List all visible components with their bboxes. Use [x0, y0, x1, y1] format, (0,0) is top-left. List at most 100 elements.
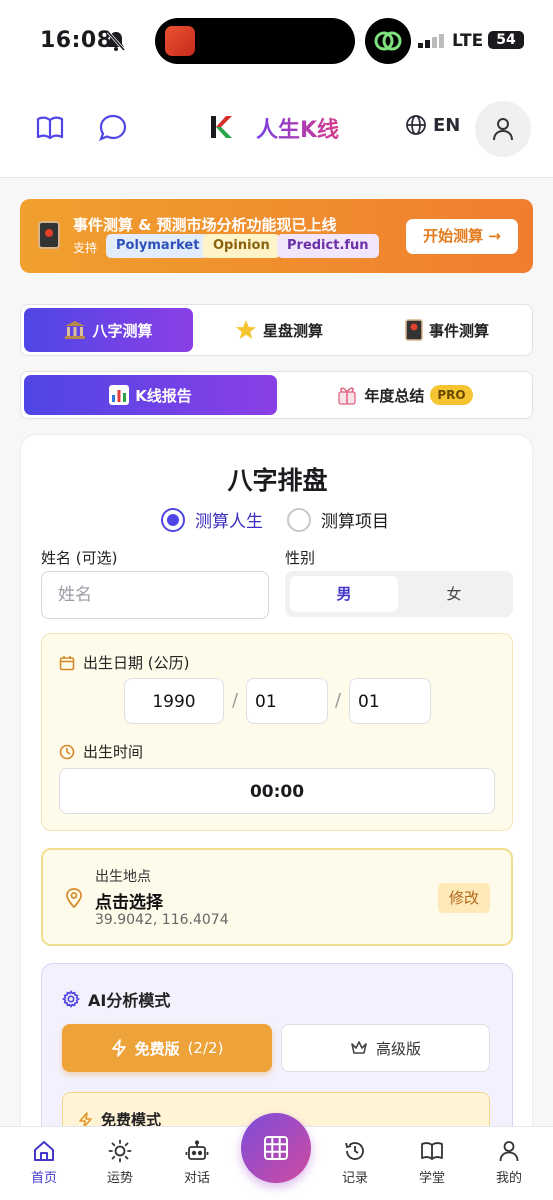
book-icon [421, 1142, 443, 1160]
mode-life-label: 测算人生 [195, 512, 263, 532]
promo-banner: 事件测算 & 预测市场分析功能现已上线 支持 Polymarket Opinio… [20, 199, 533, 273]
chip-predict-fun: Predict.fun [277, 234, 379, 258]
mode-option-project[interactable]: 测算项目 [287, 507, 389, 532]
event-card-icon [38, 221, 60, 249]
date-separator: / [232, 690, 239, 711]
nav-academy-label: 学堂 [418, 1171, 445, 1186]
profile-avatar-button[interactable] [475, 101, 531, 157]
robot-icon [185, 1140, 209, 1160]
language-label: EN [433, 114, 461, 136]
tab-annual-label: 年度总结 [364, 386, 425, 405]
mode-option-life[interactable]: 测算人生 [161, 507, 263, 532]
tab-kline-report[interactable]: K线报告 [24, 375, 277, 415]
calendar-icon [59, 655, 75, 670]
free-mode-count: (2/2) [187, 1039, 224, 1057]
nav-home-label: 首页 [30, 1171, 57, 1186]
gender-male-option[interactable]: 男 [290, 576, 398, 612]
ai-mode-heading: AI分析模式 [62, 987, 170, 1011]
chip-polymarket: Polymarket [106, 234, 210, 258]
event-card-icon [405, 319, 423, 341]
mode-project-label: 测算项目 [321, 512, 389, 532]
gender-label: 性别 [285, 549, 316, 567]
crown-icon [351, 1041, 367, 1054]
ai-mode-label: AI分析模式 [88, 991, 171, 1010]
app-header: 人生K线 EN [0, 82, 553, 178]
gender-toggle: 男 女 [285, 571, 513, 617]
pro-mode-label: 高级版 [375, 1039, 421, 1058]
app-icon [165, 26, 195, 56]
birth-date-label: 出生日期 (公历) [83, 654, 190, 672]
banner-title: 事件测算 & 预测市场分析功能现已上线 [73, 216, 337, 234]
tab-event[interactable]: 事件测算 [364, 308, 530, 352]
birth-month-field[interactable]: 01 [246, 678, 328, 724]
radio-selected-icon [161, 507, 185, 532]
birth-date-heading: 出生日期 (公历) [59, 652, 189, 673]
date-separator: / [335, 690, 342, 711]
language-switch[interactable]: EN [405, 114, 460, 136]
tab-event-label: 事件测算 [428, 321, 489, 340]
tab-astrology[interactable]: 星盘测算 [196, 308, 362, 352]
nav-home[interactable]: 首页 [14, 1139, 74, 1186]
center-grid-button[interactable] [241, 1113, 311, 1183]
edit-place-button[interactable]: 修改 [438, 883, 490, 913]
tab-bazi[interactable]: 八字测算 [24, 308, 193, 352]
birth-place-value: 点击选择 [95, 893, 163, 913]
birth-time-field[interactable]: 00:00 [59, 768, 495, 814]
network-type: LTE [452, 31, 484, 51]
tab-kline-label: K线报告 [135, 386, 192, 405]
name-label: 姓名 (可选) [41, 549, 118, 567]
location-pin-icon [66, 888, 82, 908]
gender-female-option[interactable]: 女 [400, 576, 508, 612]
free-mode-button[interactable]: 免费版 (2/2) [62, 1024, 272, 1072]
user-icon [499, 1141, 519, 1162]
start-calculation-button[interactable]: 开始测算 → [406, 219, 518, 254]
lightning-icon [111, 1039, 126, 1057]
name-input[interactable] [41, 571, 269, 619]
tab-annual-summary[interactable]: 年度总结 PRO [279, 375, 530, 415]
nav-fortune[interactable]: 运势 [90, 1139, 150, 1186]
pro-mode-button[interactable]: 高级版 [281, 1024, 490, 1072]
grid-icon [264, 1136, 288, 1160]
nav-chat-label: 对话 [183, 1171, 210, 1186]
main-tabs: 八字测算 星盘测算 事件测算 [20, 304, 533, 356]
birth-day-field[interactable]: 01 [349, 678, 431, 724]
star-icon [235, 320, 256, 339]
link-app-icon [365, 18, 411, 64]
clock-icon [59, 744, 75, 759]
nav-fortune-label: 运势 [106, 1171, 133, 1186]
nav-profile[interactable]: 我的 [479, 1139, 539, 1186]
nav-history[interactable]: 记录 [325, 1139, 385, 1186]
user-icon [493, 118, 513, 141]
birth-year-field[interactable]: 1990 [124, 678, 224, 724]
sun-icon [108, 1139, 132, 1163]
chat-bubble-icon[interactable] [97, 112, 129, 144]
gift-icon [338, 387, 357, 405]
nav-academy[interactable]: 学堂 [402, 1139, 462, 1186]
form-title: 八字排盘 [227, 466, 328, 495]
radio-unselected-icon [287, 507, 311, 532]
book-open-icon[interactable] [34, 112, 66, 144]
signal-icon [418, 34, 444, 48]
birth-time-label: 出生时间 [83, 743, 144, 761]
globe-icon [406, 115, 426, 135]
birth-time-heading: 出生时间 [59, 741, 143, 762]
tab-bazi-label: 八字测算 [92, 321, 153, 340]
temple-icon [65, 321, 86, 339]
birth-datetime-section: 出生日期 (公历) 1990 / 01 / 01 出生时间 00:00 [41, 633, 513, 831]
battery-indicator: 54 [488, 31, 524, 49]
status-time: 16:08 [40, 28, 113, 53]
app-title: 人生K线 [256, 112, 339, 144]
free-mode-label: 免费版 [134, 1039, 180, 1058]
gear-icon [62, 990, 80, 1008]
bar-chart-icon [109, 385, 130, 405]
status-bar: 16:08 LTE 54 [0, 0, 553, 82]
history-icon [345, 1142, 364, 1160]
home-icon [34, 1141, 54, 1161]
birth-place-section[interactable]: 出生地点 点击选择 39.9042, 116.4074 修改 [41, 848, 513, 946]
birth-place-coords: 39.9042, 116.4074 [95, 912, 229, 928]
brand-logo-icon [211, 116, 232, 138]
nav-history-label: 记录 [341, 1171, 368, 1186]
birth-place-label: 出生地点 [95, 869, 151, 885]
nav-chat[interactable]: 对话 [167, 1139, 227, 1186]
banner-support-label: 支持 [73, 241, 98, 255]
